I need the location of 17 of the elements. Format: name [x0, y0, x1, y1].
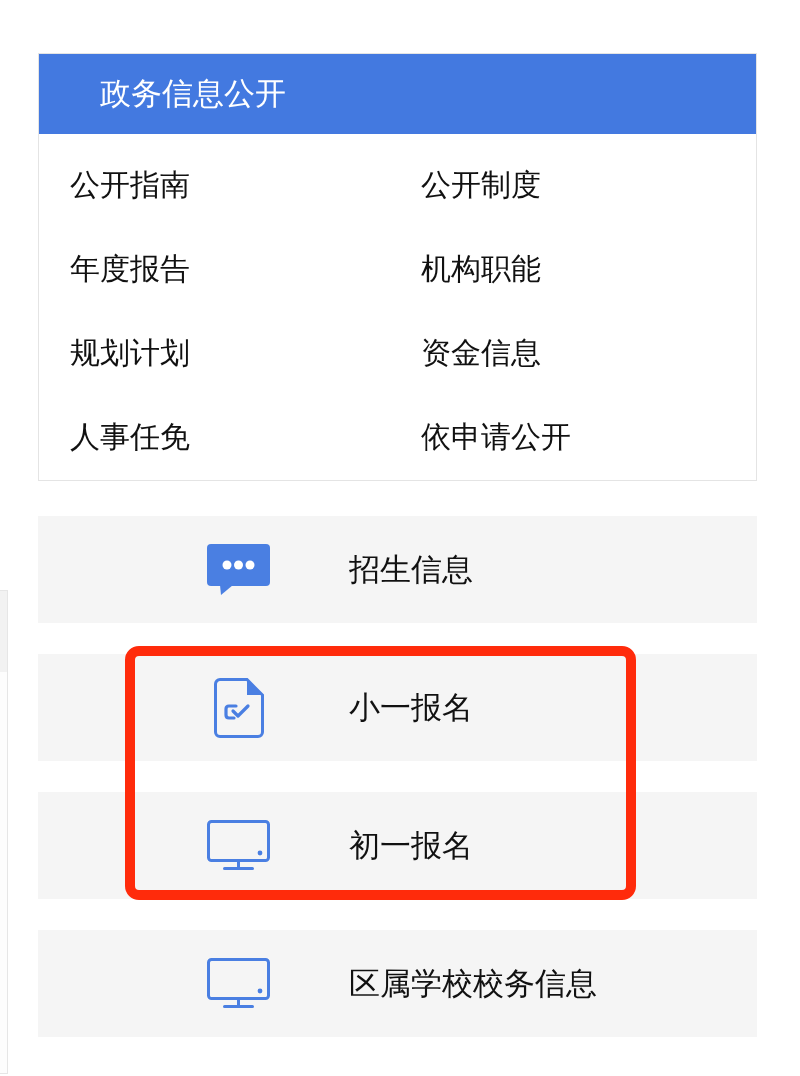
menu-item[interactable]: 初一报名 — [38, 792, 757, 899]
info-link[interactable]: 公开制度 — [421, 167, 541, 203]
info-link[interactable]: 公开指南 — [70, 167, 190, 203]
panel-title: 政务信息公开 — [100, 75, 286, 113]
menu-item[interactable]: 区属学校校务信息 — [38, 930, 757, 1037]
menu-item[interactable]: 小一报名 — [38, 654, 757, 761]
info-link[interactable]: 资金信息 — [421, 335, 541, 371]
menu-item[interactable]: 招生信息 — [38, 516, 757, 623]
info-link[interactable]: 规划计划 — [70, 335, 190, 371]
info-link[interactable]: 人事任免 — [70, 419, 190, 455]
info-link[interactable]: 年度报告 — [70, 251, 190, 287]
monitor-icon — [207, 958, 270, 1009]
speech-bubble-icon — [207, 544, 270, 595]
info-link[interactable]: 机构职能 — [421, 251, 541, 287]
document-check-icon — [213, 677, 264, 738]
monitor-icon — [207, 820, 270, 871]
info-link[interactable]: 依申请公开 — [421, 419, 571, 455]
